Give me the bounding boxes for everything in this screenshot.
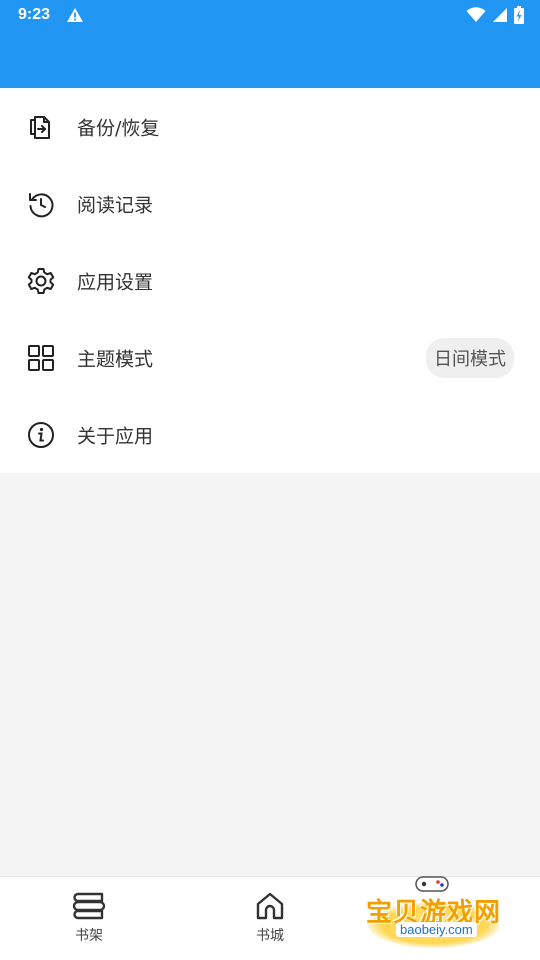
signal-icon (492, 7, 508, 23)
watermark-logo: 宝贝游戏网 baobeiy.com (362, 872, 512, 952)
status-bar: 9:23 (0, 0, 540, 32)
status-indicators (466, 6, 524, 24)
menu-item-label: 关于应用 (77, 425, 154, 447)
wifi-icon (466, 7, 486, 23)
menu-item-reading-history[interactable]: 阅读记录 (0, 165, 540, 242)
bookshelf-icon (44, 891, 134, 921)
watermark-url: baobeiy.com (396, 922, 477, 937)
info-icon (26, 420, 56, 450)
menu-item-label: 阅读记录 (77, 194, 154, 216)
menu-item-label: 应用设置 (77, 271, 154, 293)
menu-item-about-app[interactable]: 关于应用 (0, 396, 540, 473)
menu-item-app-settings[interactable]: 应用设置 (0, 242, 540, 319)
gear-icon (26, 266, 56, 296)
nav-item-bookstore[interactable]: 书城 (225, 891, 315, 951)
nav-label: 书城 (256, 928, 284, 944)
backup-restore-icon (26, 112, 56, 142)
menu-item-label: 主题模式 (77, 348, 154, 370)
theme-mode-value[interactable]: 日间模式 (426, 337, 514, 378)
menu-item-theme-mode[interactable]: 主题模式 日间模式 (0, 319, 540, 396)
settings-menu: 备份/恢复 阅读记录 应用设置 主题模式 日间模式 关于应用 (0, 88, 540, 473)
menu-item-label: 备份/恢复 (77, 117, 160, 139)
home-icon (225, 891, 315, 921)
history-icon (26, 189, 56, 219)
warning-icon (66, 7, 84, 23)
nav-item-bookshelf[interactable]: 书架 (44, 891, 134, 951)
status-time: 9:23 (18, 6, 51, 23)
grid-icon (26, 343, 56, 373)
menu-item-backup-restore[interactable]: 备份/恢复 (0, 88, 540, 165)
battery-icon (514, 6, 524, 24)
nav-label: 书架 (75, 928, 103, 944)
gamepad-icon (412, 874, 452, 894)
